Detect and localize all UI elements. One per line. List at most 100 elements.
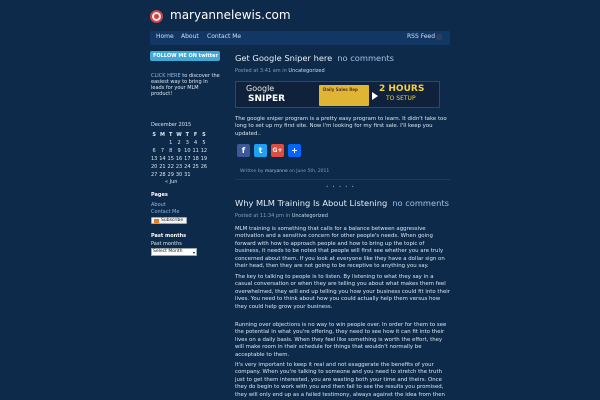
post-1-title-link[interactable]: Get Google Sniper here <box>235 53 332 63</box>
calendar-day: 24 <box>184 164 191 170</box>
calendar-day: 17 <box>184 156 191 162</box>
calendar-day <box>191 171 199 179</box>
calendar-day-header: S <box>152 132 156 138</box>
calendar-day: 3 <box>185 140 189 146</box>
chevron-down-icon: ▾ <box>192 250 195 255</box>
calendar-day: 4 <box>194 140 198 146</box>
calendar-day <box>158 139 166 147</box>
post-1-meta: Posted at 3:41 am in Uncategorized <box>235 68 325 74</box>
calendar-day: 1 <box>169 140 173 146</box>
calendar-day: 25 <box>192 164 199 170</box>
calendar-day-header: F <box>193 132 198 138</box>
calendar-day <box>150 139 158 147</box>
calendar-day: 8 <box>169 148 173 154</box>
post-1-meta-prefix: Posted at 3:41 am in <box>235 68 289 74</box>
post-2-category-link[interactable]: Uncategorized <box>292 213 328 219</box>
calendar-day: 10 <box>184 148 191 154</box>
main-nav: Home About Contact Me RSS Feed <box>150 31 450 45</box>
banner-line-1: Google <box>246 84 275 93</box>
rss-subscribe-icon <box>154 219 159 223</box>
calendar-day: 5 <box>202 140 206 146</box>
calendar-day: 7 <box>160 148 165 154</box>
past-months-label: Past months <box>151 241 182 247</box>
post-2-title: Why MLM Training Is About Listening no co… <box>235 198 449 208</box>
site-header: maryannelewis.com <box>0 0 600 30</box>
banner-setup: TO SETUP <box>386 95 416 102</box>
post-1-category-link[interactable]: Uncategorized <box>288 68 324 74</box>
facebook-share-icon[interactable]: f <box>237 144 250 157</box>
written-prefix: Written by <box>240 169 265 174</box>
calendar-day-header: M <box>159 132 165 138</box>
calendar-day: 15 <box>167 156 174 162</box>
nav-about[interactable]: About <box>181 33 199 40</box>
calendar-day: 19 <box>200 156 208 162</box>
post-1-body: The google sniper program is a pretty ea… <box>235 116 447 137</box>
banner-hours: 2 HOURS <box>379 84 425 94</box>
post-1-comments-link[interactable]: no comments <box>337 53 394 63</box>
past-months-heading: Past months <box>151 233 187 239</box>
post-2-paragraph: Running over objections is no way to win… <box>235 322 447 358</box>
calendar-day: 20 <box>150 164 158 170</box>
calendar-day: 11 <box>192 148 199 154</box>
sidebar-promo: CLICK HERE to discover the easiest way t… <box>151 73 221 97</box>
calendar-day: 14 <box>159 156 166 162</box>
post-2-comments-link[interactable]: no comments <box>392 198 449 208</box>
calendar-day: 30 <box>175 172 183 178</box>
site-title[interactable]: maryannelewis.com <box>170 8 291 22</box>
twitter-share-icon[interactable]: t <box>254 144 267 157</box>
archive-month-select[interactable]: Select Month ▾ <box>151 248 197 256</box>
add-share-icon[interactable]: + <box>288 144 301 157</box>
nav-rss[interactable]: RSS Feed <box>407 33 435 40</box>
calendar-day: 6 <box>152 148 156 154</box>
calendar-day: 28 <box>159 172 166 178</box>
calendar-day-header: S <box>202 132 206 138</box>
post-2-paragraph: MLM training is something that calls for… <box>235 226 445 270</box>
badge-text: Daily Sales Rep <box>323 87 358 92</box>
select-value: Select Month <box>153 249 183 254</box>
written-suffix: on June 5th, 2011 <box>287 169 330 174</box>
calendar-day: 31 <box>184 172 191 178</box>
post-1-title: Get Google Sniper here no comments <box>235 53 394 63</box>
post-2-title-link[interactable]: Why MLM Training Is About Listening <box>235 198 387 208</box>
nav-home[interactable]: Home <box>156 33 174 40</box>
post-divider <box>235 179 450 180</box>
sidebar-page-contact[interactable]: Contact Me <box>151 209 179 215</box>
post-2-paragraph: The key to talking to people is to liste… <box>235 274 450 310</box>
post-2-meta-prefix: Posted at 11:34 pm in <box>235 213 292 219</box>
post-2-meta: Posted at 11:34 pm in Uncategorized <box>235 213 328 219</box>
google-plus-share-icon[interactable]: G+ <box>271 144 284 157</box>
nav-contact[interactable]: Contact Me <box>207 33 241 40</box>
sidebar-page-about[interactable]: About <box>151 202 166 208</box>
subscribe-button[interactable]: Subscribe <box>151 217 187 224</box>
calendar-day <box>200 171 208 179</box>
calendar-day: 18 <box>192 156 199 162</box>
calendar-day: 16 <box>175 156 183 162</box>
sales-badge: Daily Sales Rep <box>319 85 369 106</box>
calendar-day: 2 <box>177 140 181 146</box>
calendar-day: 12 <box>200 148 208 154</box>
calendar-day: 23 <box>175 164 183 170</box>
calendar-day: 29 <box>167 172 174 178</box>
play-icon <box>372 92 378 100</box>
calendar-day: 26 <box>200 164 208 170</box>
subscribe-label: Subscribe <box>161 218 184 223</box>
pagination-dots: ••••• <box>326 184 358 189</box>
post-2-paragraph: It's very important to keep it real and … <box>235 362 445 400</box>
calendar-day-header: W <box>176 132 182 138</box>
banner-line-2: SNIPER <box>248 94 286 104</box>
google-sniper-banner[interactable]: Google SNIPER Daily Sales Rep 2 HOURS TO… <box>235 81 440 108</box>
calendar-day: 22 <box>167 164 174 170</box>
author-link[interactable]: maryanne <box>265 169 288 174</box>
calendar-day-header: T <box>169 132 173 138</box>
calendar-day: 21 <box>159 164 166 170</box>
calendar-day: 13 <box>150 156 158 162</box>
post-1-written-by: Written by maryanne on June 5th, 2011 <box>240 169 329 174</box>
calendar-title: December 2015 <box>151 122 192 128</box>
rss-icon[interactable] <box>436 34 442 40</box>
follow-twitter-button[interactable]: FOLLOW ME ON twitter <box>150 51 220 61</box>
calendar-day: 27 <box>150 172 158 178</box>
calendar: S M T W T F S 1 2 3 4 5 6 7 8 9 10 11 12… <box>150 131 208 179</box>
calendar-day-header: T <box>185 132 190 138</box>
calendar-prev-link[interactable]: « Jun <box>165 179 177 185</box>
circle-logo-icon[interactable] <box>150 10 163 23</box>
